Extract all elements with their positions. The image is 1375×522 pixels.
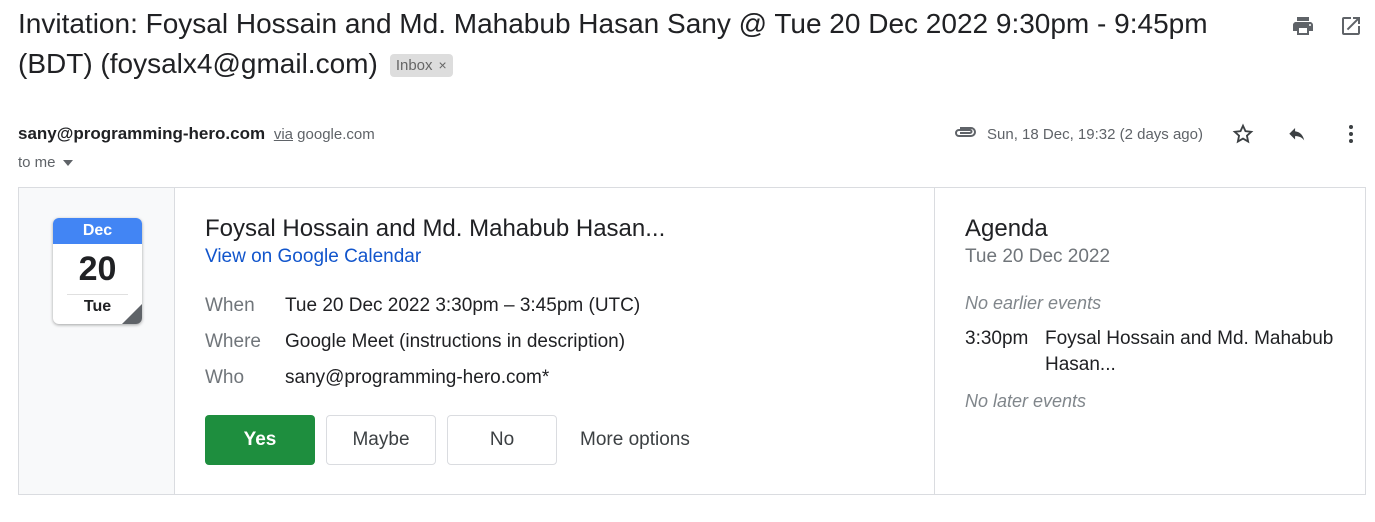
sender-row: sany@programming-hero.com via google.com (18, 124, 375, 144)
more-vert-icon[interactable] (1337, 120, 1365, 148)
paperclip-icon (953, 124, 977, 144)
rsvp-no-button[interactable]: No (447, 415, 557, 465)
agenda-title: Agenda (965, 215, 1048, 242)
agenda-content: Agenda Tue 20 Dec 2022 No earlier events… (965, 214, 1345, 414)
who-label: Who (205, 367, 245, 388)
sender-email[interactable]: sany@programming-hero.com (18, 124, 265, 143)
when-label: When (205, 295, 255, 316)
print-icon[interactable] (1289, 12, 1317, 40)
date-wrap: Sun, 18 Dec, 19:32 (2 days ago) (953, 124, 1203, 144)
via-domain: google.com (297, 126, 375, 143)
page-fold-icon (122, 304, 142, 324)
who-value: sany@programming-hero.com* (285, 367, 550, 388)
agenda-event-time: 3:30pm (965, 328, 1029, 349)
where-value: Google Meet (instructions in description… (285, 331, 626, 352)
event-title: Foysal Hossain and Md. Mahabub Hasan... (205, 215, 666, 242)
label-text: Inbox (395, 57, 433, 75)
remove-label-button[interactable]: × (439, 57, 447, 73)
agenda-panel: Agenda Tue 20 Dec 2022 No earlier events… (934, 188, 1365, 494)
star-icon[interactable] (1229, 120, 1257, 148)
where-row: Where Google Meet (instructions in descr… (205, 324, 905, 360)
when-row: When Tue 20 Dec 2022 3:30pm – 3:45pm (UT… (205, 288, 905, 324)
invitation-card: Dec 20 Tue Foysal Hossain and Md. Mahabu… (18, 187, 1366, 495)
open-in-new-icon[interactable] (1337, 12, 1365, 40)
recipient-toggle[interactable]: to me (18, 154, 74, 171)
caret-down-icon (62, 154, 74, 171)
top-actions (1289, 12, 1365, 40)
agenda-event-name: Foysal Hossain and Md. Mahabub Hasan... (1045, 328, 1334, 375)
event-detail-rows: When Tue 20 Dec 2022 3:30pm – 3:45pm (UT… (205, 288, 905, 396)
who-row: Who sany@programming-hero.com* (205, 360, 905, 396)
calendar-date-icon: Dec 20 Tue (53, 218, 142, 324)
inbox-label-chip[interactable]: Inbox × (389, 54, 453, 78)
via-link[interactable]: via (274, 126, 293, 143)
more-options-button[interactable]: More options (580, 429, 690, 451)
reply-icon[interactable] (1283, 120, 1311, 148)
recipient-text: to me (18, 154, 56, 171)
calendar-day: 20 (78, 250, 117, 288)
message-timestamp: Sun, 18 Dec, 19:32 (2 days ago) (987, 125, 1203, 143)
no-earlier-events: No earlier events (965, 293, 1102, 313)
when-value: Tue 20 Dec 2022 3:30pm – 3:45pm (UTC) (285, 295, 641, 316)
calendar-month: Dec (53, 218, 142, 244)
via-text: via google.com (274, 126, 375, 143)
agenda-date: Tue 20 Dec 2022 (965, 246, 1111, 267)
email-subject: Invitation: Foysal Hossain and Md. Mahab… (18, 8, 1208, 79)
rsvp-buttons: Yes Maybe No More options (205, 415, 690, 465)
where-label: Where (205, 331, 261, 352)
subject-row: Invitation: Foysal Hossain and Md. Mahab… (18, 4, 1218, 84)
event-details: Foysal Hossain and Md. Mahabub Hasan... … (205, 214, 905, 396)
message-meta: Sun, 18 Dec, 19:32 (2 days ago) (953, 120, 1365, 148)
agenda-event[interactable]: 3:30pm Foysal Hossain and Md. Mahabub Ha… (965, 326, 1345, 378)
rsvp-yes-button[interactable]: Yes (205, 415, 315, 465)
calendar-divider (67, 294, 128, 295)
rsvp-maybe-button[interactable]: Maybe (326, 415, 436, 465)
calendar-column: Dec 20 Tue (19, 188, 175, 494)
view-on-calendar-link[interactable]: View on Google Calendar (205, 244, 421, 270)
no-later-events: No later events (965, 391, 1087, 411)
